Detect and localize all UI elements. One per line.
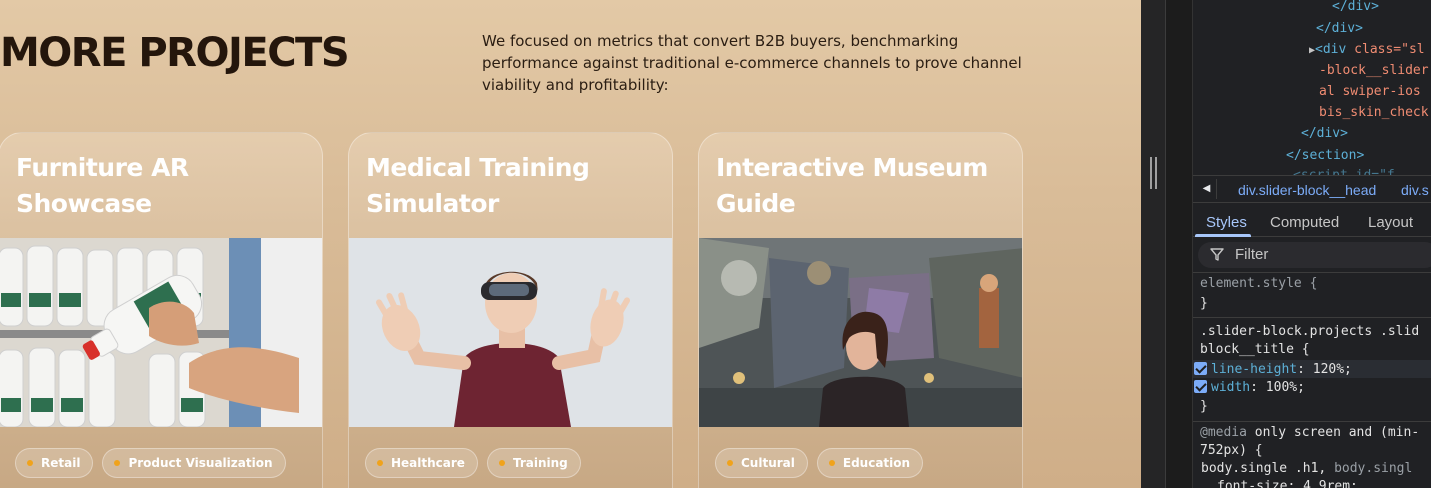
tab-styles[interactable]: Styles [1206, 214, 1247, 231]
dom-node[interactable]: </div> [1301, 124, 1348, 145]
breadcrumb-item[interactable]: div.s [1401, 182, 1429, 198]
rule-close: } [1200, 399, 1208, 414]
project-tags: Retail Product Visualization [15, 448, 286, 478]
project-title: Interactive Museum Guide [716, 153, 988, 218]
project-tags: Cultural Education [715, 448, 924, 478]
intro-paragraph: We focused on metrics that convert B2B b… [482, 32, 1022, 94]
filter-funnel-icon [1210, 248, 1224, 261]
project-tags: Healthcare Training [365, 448, 581, 478]
declaration-line-height[interactable]: line-height: 120%; [1194, 360, 1352, 379]
devtools-panel: </div> </div> ▶<div class="sl -block__sl… [1193, 0, 1431, 488]
tag-chip[interactable]: Training [486, 448, 581, 478]
project-title: Furniture AR Showcase [16, 153, 189, 218]
tag-chip[interactable]: Healthcare [365, 448, 478, 478]
tag-chip[interactable]: Retail [15, 448, 94, 478]
rule-selector[interactable]: .slider-block.projects .slid [1200, 323, 1419, 341]
styles-tabbar: Styles Computed Layout [1193, 205, 1431, 237]
rule-close: } [1200, 296, 1208, 311]
project-image-vr-headset-user [349, 238, 672, 427]
dom-tree: </div> </div> ▶<div class="sl -block__sl… [1193, 0, 1431, 183]
tab-layout[interactable]: Layout [1368, 214, 1413, 231]
style-rule-media: @media only screen and (min- 752px) { bo… [1193, 423, 1431, 488]
project-title: Medical Training Simulator [366, 153, 590, 218]
elements-gutter [1166, 0, 1193, 488]
dom-attr-continuation: bis_skin_check [1319, 105, 1429, 120]
active-tab-indicator [1195, 234, 1251, 237]
website-viewport: MORE PROJECTS We focused on metrics that… [0, 0, 1141, 488]
styles-filter-input[interactable]: Filter [1198, 242, 1431, 268]
dom-node[interactable]: </div> [1332, 0, 1379, 18]
project-image-museum-projection [699, 238, 1022, 427]
tag-chip[interactable]: Cultural [715, 448, 808, 478]
media-query: @media only screen and (min- [1200, 425, 1420, 440]
project-card-medical[interactable]: Medical Training Simulator Healthcare Tr… [348, 132, 673, 488]
devtools-resize-splitter[interactable] [1141, 0, 1166, 488]
dom-attr-continuation: -block__slider [1319, 63, 1429, 78]
project-image-milk-bottles [0, 238, 322, 427]
page-heading: MORE PROJECTS [0, 30, 350, 76]
styles-pane: element.style { } .slider-block.projects… [1193, 272, 1431, 488]
dom-node-collapsed[interactable]: ▶<div class="sl [1309, 40, 1425, 62]
dom-attr-continuation: al swiper-ios [1319, 84, 1421, 99]
tag-dot-icon [727, 460, 733, 466]
tab-computed[interactable]: Computed [1270, 214, 1339, 231]
chevron-left-icon[interactable]: ◀ [1197, 179, 1217, 199]
rule-selector[interactable]: body.single .h1, body.singl [1201, 460, 1412, 478]
declaration-font-size[interactable]: font-size: 4.9rem; [1217, 478, 1358, 488]
dom-node[interactable]: </section> [1286, 146, 1364, 167]
declaration-width[interactable]: width: 100%; [1194, 378, 1305, 397]
tag-dot-icon [828, 460, 835, 466]
breadcrumb-item[interactable]: div.slider-block__head [1238, 182, 1376, 198]
filter-placeholder: Filter [1235, 246, 1269, 263]
style-rule-element: element.style { } [1193, 273, 1431, 318]
rule-selector-cont[interactable]: block__title { [1200, 341, 1310, 359]
rule-selector[interactable]: element.style { [1200, 275, 1317, 293]
drag-handle-icon[interactable] [1150, 157, 1157, 189]
dom-node[interactable]: </div> [1316, 19, 1363, 40]
tag-chip[interactable]: Education [816, 448, 924, 478]
project-card-furniture[interactable]: Furniture AR Showcase Retail Product Vis… [0, 132, 323, 488]
declaration-checkbox[interactable] [1194, 362, 1207, 375]
tag-dot-icon [27, 460, 33, 466]
tag-dot-icon [377, 460, 383, 466]
tag-dot-icon [498, 460, 505, 466]
style-rule-slider-title: .slider-block.projects .slid block__titl… [1193, 318, 1431, 422]
declaration-checkbox[interactable] [1194, 380, 1207, 393]
project-card-museum[interactable]: Interactive Museum Guide Cultural Educat… [698, 132, 1023, 488]
breadcrumb: ◀ div.slider-block__head div.s [1193, 175, 1431, 203]
tag-dot-icon [114, 460, 121, 466]
media-query-cont: 752px) { [1200, 443, 1263, 458]
devtools-pane: </div> </div> ▶<div class="sl -block__sl… [1141, 0, 1431, 488]
tag-chip[interactable]: Product Visualization [102, 448, 286, 478]
